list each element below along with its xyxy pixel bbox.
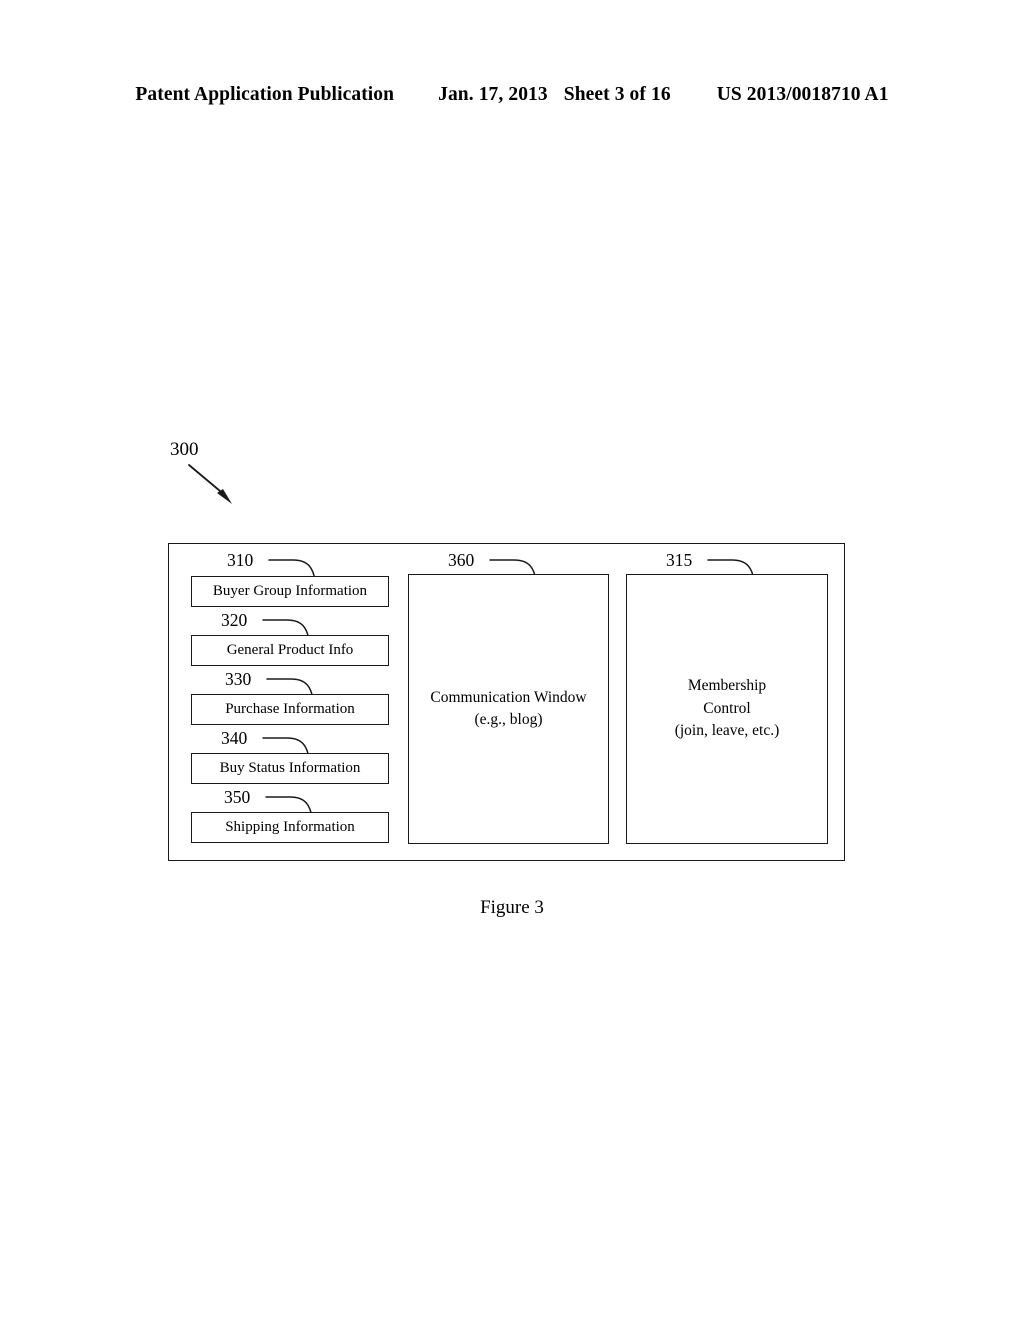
ref-number-320: 320 [221,610,248,630]
panel-membership-control[interactable]: Membership Control (join, leave, etc.) [626,574,828,844]
panel-communication-line-1: Communication Window [430,688,587,706]
panel-membership-line-3: (join, leave, etc.) [674,722,780,740]
ref-number-340: 340 [221,728,248,748]
ref-number-350: 350 [224,787,251,807]
info-box-buyer-group-information[interactable]: Buyer Group Information [191,576,389,607]
ref-number-330: 330 [225,669,252,689]
info-box-label: Buyer Group Information [212,583,368,599]
info-box-purchase-information[interactable]: Purchase Information [191,694,389,725]
left-info-column: 310 Buyer Group Information 320 General … [191,551,389,843]
info-box-shipping-information[interactable]: Shipping Information [191,812,389,843]
system-reference-arrow-icon [188,464,232,504]
panel-communication-line-2: (e.g., blog) [474,711,543,728]
info-box-buy-status-information[interactable]: Buy Status Information [191,753,389,784]
info-box-label: Buy Status Information [219,760,361,776]
panel-membership-text: Membership Control (join, leave, etc.) [675,675,780,742]
panel-communication-window[interactable]: Communication Window (e.g., blog) [408,574,609,844]
panel-communication-text: Communication Window (e.g., blog) [430,687,586,732]
panel-membership-line-2: Control [703,699,751,717]
ref-number-310: 310 [227,550,254,570]
ref-number-315: 315 [666,550,693,570]
system-reference-number: 300 [170,439,199,460]
ref-number-360: 360 [448,550,475,570]
info-box-general-product-info[interactable]: General Product Info [191,635,389,666]
info-box-label: Purchase Information [225,701,355,717]
info-box-label: Shipping Information [225,819,355,835]
figure-caption: Figure 3 [480,897,544,918]
panel-membership-line-1: Membership [687,677,767,695]
figure-3-drawing: 300 310 Buyer Group Information 320 Gene… [0,0,1024,1320]
diagram-outer-container: 310 Buyer Group Information 320 General … [168,543,845,861]
info-box-label: General Product Info [226,642,354,658]
